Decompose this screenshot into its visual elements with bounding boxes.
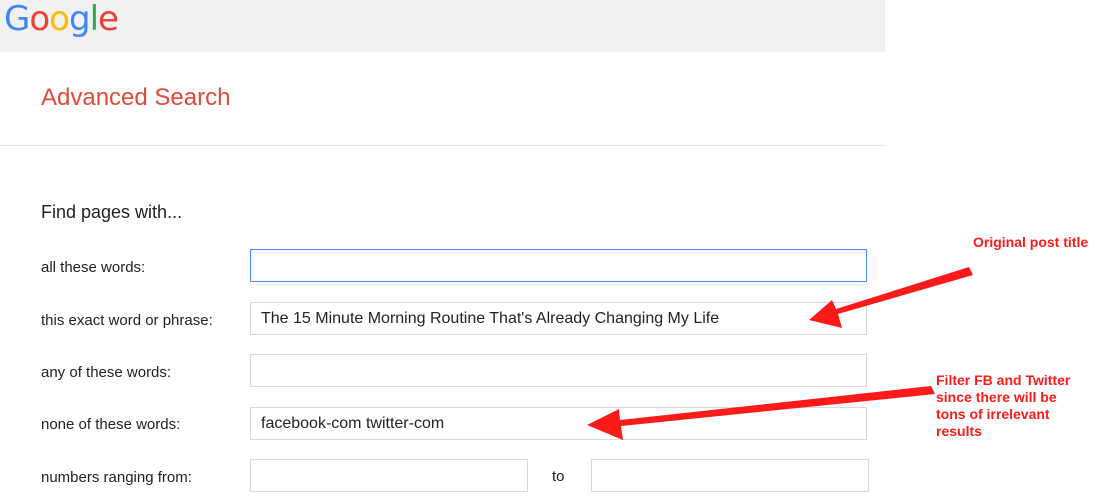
arrow-to-none-words <box>587 386 935 440</box>
filter-note-line: Filter FB and Twitter <box>936 372 1071 388</box>
filter-note-line: results <box>936 423 982 439</box>
filter-note-line: since there will be <box>936 389 1057 405</box>
filter-note-line: tons of irrelevant <box>936 406 1050 422</box>
original-title-annotation: Original post title <box>973 234 1089 250</box>
filter-note-annotation: Filter FB and Twitter since there will b… <box>936 372 1070 440</box>
arrow-to-exact-phrase <box>809 267 973 328</box>
